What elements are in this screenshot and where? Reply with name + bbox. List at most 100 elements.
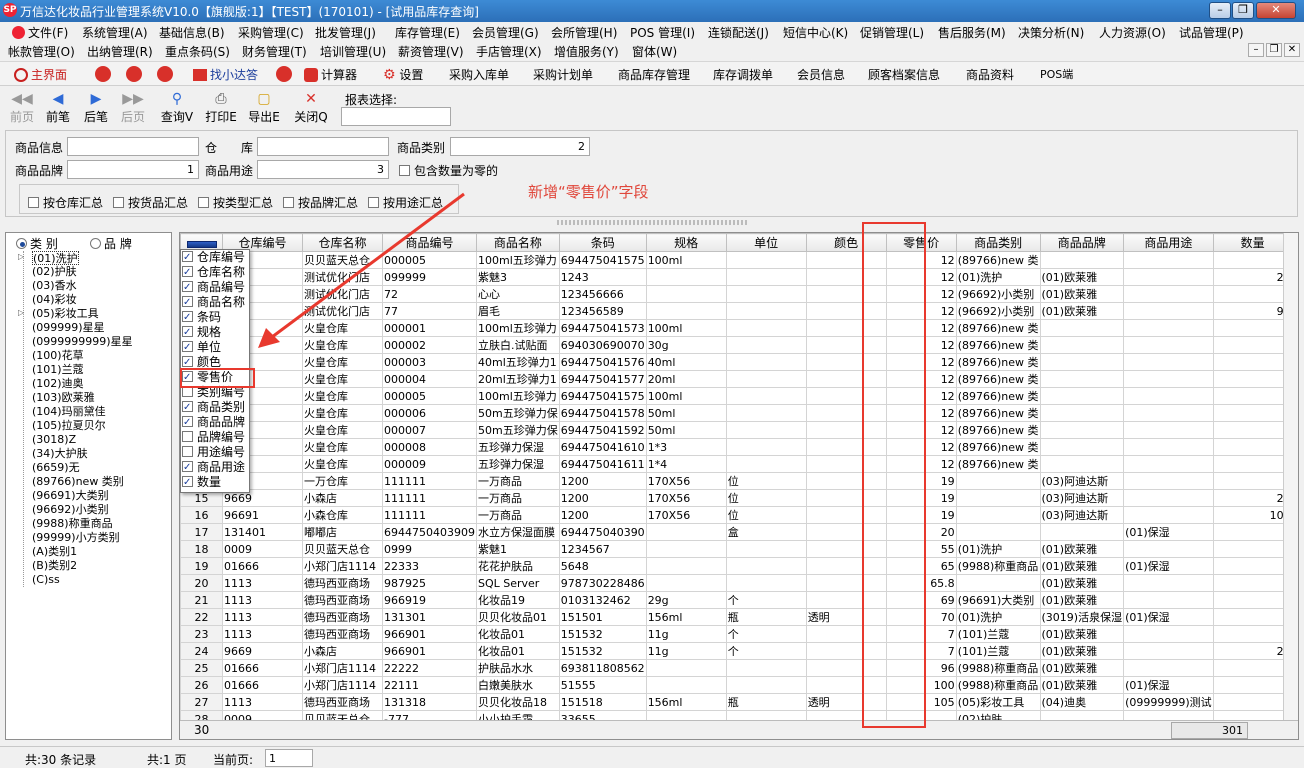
- column-menu-checkbox[interactable]: [182, 446, 193, 457]
- table-row[interactable]: 2测试优化门店099999紫魅3124312(01)洗护(01)欧莱雅20: [180, 268, 1293, 286]
- next-page-button[interactable]: ▶▶ 后页: [114, 90, 152, 128]
- radio-brand-dot[interactable]: [90, 238, 101, 249]
- tree-node[interactable]: (102)迪奥: [32, 377, 84, 391]
- tree-node[interactable]: (02)护肤: [32, 265, 77, 279]
- table-row[interactable]: 17 131401 嘟嘟店 6944750403909 水立方保湿面膜 694475040…: [180, 523, 1293, 541]
- menu-salary[interactable]: 薪资管理(V): [398, 43, 464, 60]
- table-row[interactable]: 27 1113 德玛西亚商场 131318 贝贝化妆品18 151518 156ml 瓶透明 1…: [180, 693, 1293, 711]
- column-header[interactable]: 商品用途: [1123, 233, 1214, 252]
- menu-barcode[interactable]: 重点条码(S): [165, 43, 230, 60]
- menu-accounts[interactable]: 帐款管理(O): [8, 43, 75, 60]
- table-row[interactable]: 11火皇仓库00000750m五珍弹力保69447504159250ml12(8…: [180, 421, 1293, 439]
- mdi-close-button[interactable]: ✕: [1284, 43, 1300, 57]
- table-row[interactable]: 7火皇仓库00000340ml五珍弹力169447504157640ml12(8…: [180, 353, 1293, 371]
- group-usage-box[interactable]: [368, 197, 379, 208]
- column-menu-checkbox[interactable]: [182, 279, 193, 296]
- column-header[interactable]: 条码: [558, 233, 647, 252]
- find-assistant-button[interactable]: 找小达答: [193, 66, 258, 83]
- mdi-minimize-button[interactable]: –: [1248, 43, 1264, 57]
- column-menu-checkbox[interactable]: [182, 264, 193, 281]
- group-usage-checkbox[interactable]: 按用途汇总: [368, 194, 443, 211]
- table-row[interactable]: 4测试优化门店77眉毛12345658912(96692)小类别(01)欧莱雅9…: [180, 302, 1293, 320]
- tree-node[interactable]: (101)兰蔻: [32, 363, 84, 377]
- menu-window[interactable]: 窗体(W): [632, 43, 677, 60]
- tree-node[interactable]: (105)拉夏贝尔: [32, 419, 106, 433]
- menu-trial[interactable]: 试品管理(P): [1179, 24, 1244, 41]
- tree-node[interactable]: (89766)new 类别: [32, 475, 124, 489]
- table-row[interactable]: 9火皇仓库000005100ml五珍弹力694475041575100ml12(…: [180, 387, 1293, 405]
- table-row[interactable]: 20 1113 德玛西亚商场 987925 SQL Server 978730228486…: [180, 574, 1293, 592]
- group-product-checkbox[interactable]: 按货品汇总: [113, 194, 188, 211]
- lock-icon[interactable]: [95, 66, 111, 82]
- tree-node[interactable]: (103)欧莱雅: [32, 391, 95, 405]
- link-purchase-plan[interactable]: 采购计划单: [533, 66, 593, 83]
- table-row[interactable]: 23 1113 德玛西亚商场 966901 化妆品01 151532 11g 个 7 (101)兰…: [180, 625, 1293, 643]
- table-row[interactable]: 21 1113 德玛西亚商场 966919 化妆品19 0103132462 29g 个 69(…: [180, 591, 1293, 609]
- tree-node[interactable]: (B)类别2: [32, 559, 77, 573]
- group-brand-box[interactable]: [283, 197, 294, 208]
- tree-node[interactable]: (03)香水: [32, 279, 77, 293]
- column-menu-checkbox[interactable]: [182, 459, 193, 476]
- column-header[interactable]: 数量: [1212, 233, 1293, 252]
- table-row[interactable]: 18 0009 贝贝蓝天总仓 0999 紫魅1 1234567 55 (01)洗护 (01)欧莱…: [180, 540, 1293, 558]
- menu-file[interactable]: 文件(F): [12, 24, 68, 41]
- column-header[interactable]: 单位: [725, 233, 807, 252]
- menu-basic-info[interactable]: 基础信息(B): [159, 24, 225, 41]
- close-window-button[interactable]: ✕: [1256, 2, 1296, 19]
- category-input[interactable]: 2: [450, 137, 590, 156]
- table-row[interactable]: 3测试优化门店72心心12345666612(96692)小类别(01)欧莱雅5: [180, 285, 1293, 303]
- usage-input[interactable]: 3: [257, 160, 389, 179]
- settings-button[interactable]: ⚙ 设置: [383, 66, 423, 83]
- group-type-checkbox[interactable]: 按类型汇总: [198, 194, 273, 211]
- tree-node[interactable]: (3018)Z: [32, 433, 76, 447]
- column-header[interactable]: 商品名称: [475, 233, 560, 252]
- column-header[interactable]: 规格: [645, 233, 727, 252]
- column-menu-item[interactable]: 数量: [182, 474, 221, 491]
- column-menu-checkbox[interactable]: [182, 309, 193, 326]
- link-transfer[interactable]: 库存调拨单: [713, 66, 773, 83]
- brand-input[interactable]: 1: [67, 160, 199, 179]
- group-product-box[interactable]: [113, 197, 124, 208]
- tree-node[interactable]: (0999999999)星星: [32, 335, 133, 349]
- link-pos[interactable]: POS端: [1040, 66, 1073, 82]
- minimize-button[interactable]: –: [1209, 2, 1231, 19]
- table-row[interactable]: 19 01666 小郑门店1114 22333 花花护肤品 5648 65 (9988)称重商…: [180, 557, 1293, 575]
- link-inventory-manage[interactable]: 商品库存管理: [618, 66, 690, 83]
- menu-chain[interactable]: 连锁配送(J): [708, 24, 769, 41]
- column-menu-checkbox[interactable]: [182, 354, 193, 371]
- warehouse-input[interactable]: [257, 137, 389, 156]
- column-menu-checkbox[interactable]: [182, 249, 193, 266]
- next-record-button[interactable]: ▶ 后笔: [77, 90, 115, 128]
- group-warehouse-box[interactable]: [28, 197, 39, 208]
- menu-finance[interactable]: 财务管理(T): [242, 43, 307, 60]
- column-header[interactable]: 商品品牌: [1039, 233, 1125, 252]
- radio-category-dot[interactable]: [16, 238, 27, 249]
- radio-category[interactable]: 类 别: [16, 235, 58, 252]
- lightbulb-icon[interactable]: [157, 66, 173, 82]
- table-row[interactable]: 10火皇仓库00000650m五珍弹力保69447504157850ml12(8…: [180, 404, 1293, 422]
- splitter-handle[interactable]: [557, 220, 747, 225]
- column-header[interactable]: 商品类别: [955, 233, 1041, 252]
- table-row[interactable]: 13火皇仓库000009五珍弹力保湿6944750416111*412(8976…: [180, 455, 1293, 473]
- menu-inventory[interactable]: 库存管理(E): [395, 24, 460, 41]
- column-menu-checkbox[interactable]: [182, 414, 193, 431]
- tree-expand-icon[interactable]: ▷: [18, 308, 24, 317]
- table-row[interactable]: 1贝贝蓝天总仓000005100ml五珍弹力694475041575100ml1…: [180, 251, 1293, 269]
- link-purchase-inbound[interactable]: 采购入库单: [449, 66, 509, 83]
- column-header[interactable]: 仓库名称: [302, 233, 383, 252]
- tree-node[interactable]: (96692)小类别: [32, 503, 109, 517]
- table-row[interactable]: 22 1113 德玛西亚商场 131301 贝贝化妆品01 151501 156ml 瓶透明 7…: [180, 608, 1293, 626]
- link-member-info[interactable]: 会员信息: [797, 66, 845, 83]
- print-button[interactable]: ⎙ 打印E: [202, 90, 240, 128]
- tree-node[interactable]: (C)ss: [32, 573, 60, 587]
- group-type-box[interactable]: [198, 197, 209, 208]
- tree-node[interactable]: (100)花草: [32, 349, 84, 363]
- column-menu-checkbox[interactable]: [182, 339, 193, 356]
- calculator-button[interactable]: 计算器: [304, 66, 357, 83]
- table-row[interactable]: 26 01666 小郑门店1114 22111 白嫩美肤水 51555 100 (9988)称…: [180, 676, 1293, 694]
- menu-hr[interactable]: 人力资源(O): [1099, 24, 1166, 41]
- grid-scrollbar[interactable]: [1283, 233, 1298, 720]
- include-zero-box[interactable]: [399, 165, 410, 176]
- tree-node[interactable]: (099999)星星: [32, 321, 105, 335]
- group-brand-checkbox[interactable]: 按品牌汇总: [283, 194, 358, 211]
